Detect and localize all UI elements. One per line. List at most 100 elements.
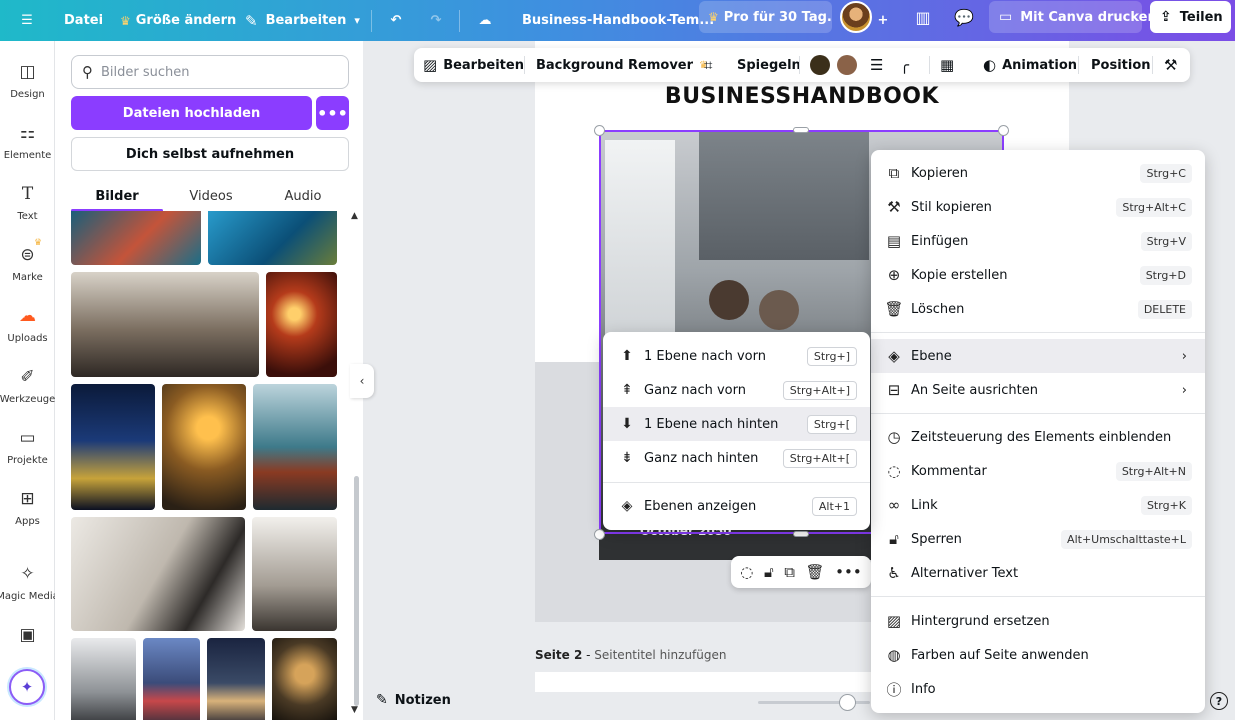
flip-button[interactable]: Spiegeln [737, 48, 801, 82]
menu-item-copy[interactable]: ⧉ Kopieren Strg+C [871, 156, 1205, 190]
avatar[interactable] [840, 1, 872, 33]
collapse-panel-button[interactable]: ‹ [350, 364, 374, 398]
submenu-item-to-back[interactable]: ⇟ Ganz nach hinten Strg+Alt+[ [603, 441, 870, 475]
search-box[interactable]: ⚲ [71, 55, 349, 89]
rail-item-design[interactable]: ◫ Design [0, 61, 55, 100]
image-thumbnail[interactable] [143, 638, 200, 720]
image-thumbnail[interactable] [252, 517, 337, 631]
rail-item-magic-media[interactable]: ✧ Magic Media [0, 563, 59, 602]
resize-handle[interactable] [594, 125, 605, 136]
image-thumbnail[interactable] [207, 638, 265, 720]
rail-item-elements[interactable]: ⚏ Elemente [0, 122, 55, 161]
image-thumbnail[interactable] [208, 211, 337, 265]
duplicate-icon[interactable]: ⧉ [784, 563, 795, 581]
image-thumbnail[interactable] [272, 638, 337, 720]
comment-icon[interactable]: 💬 [948, 1, 980, 33]
trash-icon[interactable]: 🗑︎ [806, 563, 825, 581]
menu-item-lock[interactable]: 🔓︎ Sperren Alt+Umschalttaste+L [871, 522, 1205, 556]
image-thumbnail[interactable] [253, 384, 337, 510]
lock-icon[interactable]: 🔓︎ [764, 563, 774, 581]
submenu-item-forward[interactable]: ⬆ 1 Ebene nach vorn Strg+] [603, 339, 870, 373]
share-button[interactable]: ⇪ Teilen [1150, 1, 1231, 33]
menu-item-replace-background[interactable]: ▨ Hintergrund ersetzen [871, 604, 1205, 638]
panel-scrollbar[interactable]: ▲ ▼ [351, 211, 361, 720]
resize-handle[interactable] [594, 529, 605, 540]
color-swatch-2[interactable] [837, 55, 857, 75]
search-input[interactable] [101, 64, 331, 80]
notes-button[interactable]: ✎ Notizen [376, 692, 451, 708]
resize-handle[interactable] [793, 127, 809, 133]
menu-item-show-timing[interactable]: ◷ Zeitsteuerung des Elements einblenden [871, 420, 1205, 454]
add-comment-icon[interactable]: ◌ [740, 563, 753, 581]
corner-rounding-button[interactable]: ╭ [900, 48, 915, 82]
menu-item-copy-style[interactable]: ⚒ Stil kopieren Strg+Alt+C [871, 190, 1205, 224]
document-title[interactable]: Business-Handbook-Tem... [522, 0, 714, 41]
upload-files-button[interactable]: Dateien hochladen [71, 96, 312, 130]
more-icon[interactable]: ••• [835, 563, 862, 581]
resize-button[interactable]: ♛ Größe ändern [120, 0, 236, 41]
tab-videos[interactable]: Videos [165, 181, 257, 211]
rail-item-text[interactable]: T Text [0, 183, 55, 222]
more-options-button[interactable]: ••• [316, 96, 349, 130]
menu-item-align-to-page[interactable]: ⊟ An Seite ausrichten › [871, 373, 1205, 407]
menu-item-info[interactable]: ⓘ Info [871, 672, 1205, 706]
image-thumbnail[interactable] [71, 272, 259, 377]
insights-chart-icon[interactable]: ▥ [907, 1, 939, 33]
rail-item-projects[interactable]: ▭ Projekte [0, 427, 55, 466]
tab-audio[interactable]: Audio [257, 181, 349, 211]
page-heading[interactable]: BUSINESSHANDBOOK [535, 84, 1069, 109]
animation-button[interactable]: ◐ Animation [983, 48, 1077, 82]
chevron-down-icon[interactable]: ▼ [351, 705, 358, 715]
submenu-item-to-front[interactable]: ⇞ Ganz nach vorn Strg+Alt+] [603, 373, 870, 407]
magic-assistant-icon[interactable]: ✦ [9, 669, 45, 705]
menu-item-comment[interactable]: ◌ Kommentar Strg+Alt+N [871, 454, 1205, 488]
tab-images[interactable]: Bilder [71, 181, 163, 211]
image-thumbnail[interactable] [71, 211, 201, 265]
edit-image-button[interactable]: ▨ Bearbeiten [423, 48, 524, 82]
file-menu-button[interactable]: Datei [64, 0, 103, 41]
menu-item-alt-text[interactable]: ♿︎ Alternativer Text [871, 556, 1205, 590]
menu-item-delete[interactable]: 🗑︎ Löschen DELETE [871, 292, 1205, 326]
transparency-button[interactable]: ▦ [940, 48, 960, 82]
image-thumbnail[interactable] [71, 384, 155, 510]
resize-handle[interactable] [998, 125, 1009, 136]
copy-style-button[interactable]: ⚒ [1164, 48, 1183, 82]
image-thumbnail[interactable] [71, 517, 245, 631]
rail-item-brand[interactable]: ⊜ Marke [0, 244, 55, 283]
menu-item-link[interactable]: ∞ Link Strg+K [871, 488, 1205, 522]
color-swatch-1[interactable] [810, 55, 830, 75]
page-title-input[interactable]: Seitentitel hinzufügen [594, 648, 726, 662]
record-yourself-button[interactable]: Dich selbst aufnehmen [71, 137, 349, 171]
submenu-item-show-layers[interactable]: ◈ Ebenen anzeigen Alt+1 [603, 489, 870, 523]
rail-item-photos[interactable]: ▣ [0, 624, 55, 646]
menu-item-layer[interactable]: ◈ Ebene › [871, 339, 1205, 373]
image-thumbnail[interactable] [71, 638, 136, 720]
redo-icon[interactable]: ↷ [424, 0, 448, 41]
menu-icon[interactable]: ☰ [12, 0, 42, 41]
scrollbar-thumb[interactable] [354, 476, 359, 706]
menu-item-apply-colors[interactable]: ◍ Farben auf Seite anwenden [871, 638, 1205, 672]
add-collaborator-icon[interactable]: + [873, 0, 893, 41]
image-thumbnail[interactable] [266, 272, 337, 377]
image-thumbnail[interactable] [162, 384, 246, 510]
submenu-item-backward[interactable]: ⬇ 1 Ebene nach hinten Strg+[ [603, 407, 870, 441]
zoom-slider-handle[interactable] [839, 694, 856, 711]
rail-item-tools[interactable]: ✐ Werkzeuge [0, 366, 55, 405]
position-button[interactable]: Position [1091, 48, 1151, 82]
edit-mode-button[interactable]: ✎ Bearbeiten ▾ [245, 0, 360, 41]
undo-icon[interactable]: ↶ [384, 0, 408, 41]
menu-item-duplicate[interactable]: ⊕ Kopie erstellen Strg+D [871, 258, 1205, 292]
pro-trial-button[interactable]: ♛ Pro für 30 Tag... [699, 1, 832, 33]
print-with-canva-button[interactable]: ▭ Mit Canva drucken [989, 1, 1157, 33]
background-remover-button[interactable]: Background Remover ♛ [536, 48, 708, 82]
resize-handle[interactable] [793, 531, 809, 537]
rail-item-apps[interactable]: ⊞ Apps [0, 488, 55, 527]
chevron-up-icon[interactable]: ▲ [351, 211, 358, 221]
rail-item-uploads[interactable]: ☁ Uploads [0, 305, 55, 344]
border-style-button[interactable]: ☰ [870, 48, 889, 82]
crop-button[interactable]: ⌗ [704, 48, 718, 82]
cloud-saved-icon[interactable]: ☁ [472, 0, 498, 41]
layers-icon: ◈ [888, 347, 900, 365]
help-icon[interactable]: ? [1210, 692, 1228, 710]
menu-item-paste[interactable]: ▤ Einfügen Strg+V [871, 224, 1205, 258]
